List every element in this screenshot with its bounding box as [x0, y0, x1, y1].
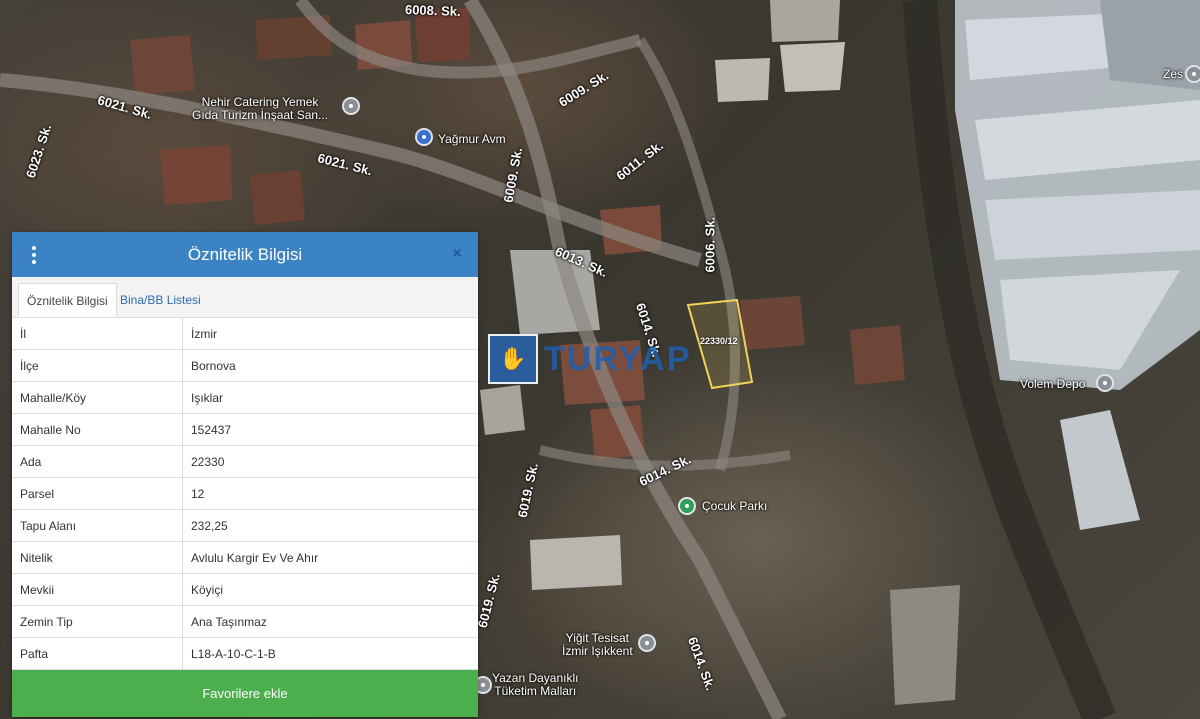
attr-key: Mahalle No — [12, 413, 183, 446]
panel-header: Öznitelik Bilgisi × — [12, 232, 478, 277]
turyap-watermark: ✋ TURYAP — [488, 334, 691, 384]
attr-value: Köyiçi — [182, 573, 478, 606]
tab-building-list[interactable]: Bina/BB Listesi — [112, 283, 209, 317]
close-icon[interactable]: × — [448, 244, 466, 264]
attr-value: İzmir — [182, 318, 478, 350]
attr-key: Nitelik — [12, 541, 183, 574]
panel-title: Öznitelik Bilgisi — [187, 245, 303, 264]
table-row: Pafta L18-A-10-C-1-B — [12, 637, 478, 670]
handshake-logo-icon: ✋ — [488, 334, 538, 384]
attr-value: 22330 — [182, 445, 478, 478]
add-to-favorites-button[interactable]: Favorilere ekle — [12, 670, 478, 717]
attr-value: 152437 — [182, 413, 478, 446]
table-row: Tapu Alanı 232,25 — [12, 509, 478, 542]
street-label-6008: 6008. Sk. — [404, 2, 461, 19]
poi-cocuk-parki[interactable]: Çocuk Parkı — [702, 500, 767, 513]
table-row: Mevkii Köyiçi — [12, 573, 478, 606]
shopping-pin-icon[interactable] — [415, 128, 433, 146]
poi-yigit-tesisat-line2: İzmir Işıkkent — [562, 644, 633, 658]
poi-yagmur-avm[interactable]: Yağmur Avm — [438, 133, 506, 146]
attr-value: 232,25 — [182, 509, 478, 542]
park-pin-icon[interactable] — [678, 497, 696, 515]
table-row: Parsel 12 — [12, 477, 478, 510]
poi-yazan-dayanikli[interactable]: Yazan Dayanıklı Tüketim Malları — [492, 672, 579, 698]
attr-value: Avlulu Kargir Ev Ve Ahır — [182, 541, 478, 574]
poi-pin-icon[interactable] — [1096, 374, 1114, 392]
attr-key: Ada — [12, 445, 183, 478]
watermark-text: TURYAP — [544, 339, 692, 378]
attr-value: Bornova — [182, 349, 478, 382]
table-row: İl İzmir — [12, 318, 478, 350]
street-label-6006: 6006. Sk. — [702, 216, 718, 273]
table-row: Nitelik Avlulu Kargir Ev Ve Ahır — [12, 541, 478, 574]
attr-key: İl — [12, 318, 183, 350]
attr-key: Pafta — [12, 637, 183, 670]
attr-key: Tapu Alanı — [12, 509, 183, 542]
attribute-panel: Öznitelik Bilgisi × Öznitelik Bilgisi Bi… — [12, 232, 478, 717]
table-row: Ada 22330 — [12, 445, 478, 478]
poi-yazan-line2: Tüketim Malları — [494, 684, 577, 698]
attribute-table: İl İzmir İlçe Bornova Mahalle/Köy Işıklar M… — [12, 318, 478, 670]
attr-key: Zemin Tip — [12, 605, 183, 638]
poi-yigit-tesisat[interactable]: Yiğit Tesisat İzmir Işıkkent — [562, 632, 633, 658]
tab-attribute-info[interactable]: Öznitelik Bilgisi — [18, 283, 117, 317]
parcel-label: 22330/12 — [700, 336, 738, 346]
table-row: İlçe Bornova — [12, 349, 478, 382]
poi-volem-depo[interactable]: Volem Depo — [1020, 378, 1085, 391]
table-row: Mahalle/Köy Işıklar — [12, 381, 478, 414]
attr-value: Ana Taşınmaz — [182, 605, 478, 638]
attr-value: L18-A-10-C-1-B — [182, 637, 478, 670]
panel-tabs: Öznitelik Bilgisi Bina/BB Listesi — [12, 277, 478, 318]
attr-key: Parsel — [12, 477, 183, 510]
poi-zes[interactable]: Zes — [1163, 68, 1183, 81]
poi-pin-icon[interactable] — [342, 97, 360, 115]
table-row: Mahalle No 152437 — [12, 413, 478, 446]
poi-pin-icon[interactable] — [638, 634, 656, 652]
poi-nehir-catering-line2: Gıda Turizm İnşaat San... — [192, 108, 329, 122]
attr-key: İlçe — [12, 349, 183, 382]
attr-value: Işıklar — [182, 381, 478, 414]
attr-value: 12 — [182, 477, 478, 510]
attr-key: Mevkii — [12, 573, 183, 606]
table-row: Zemin Tip Ana Taşınmaz — [12, 605, 478, 638]
poi-pin-icon[interactable] — [1185, 65, 1200, 83]
poi-nehir-catering[interactable]: Nehir Catering Yemek Gıda Turizm İnşaat … — [192, 96, 328, 122]
attr-key: Mahalle/Köy — [12, 381, 183, 414]
